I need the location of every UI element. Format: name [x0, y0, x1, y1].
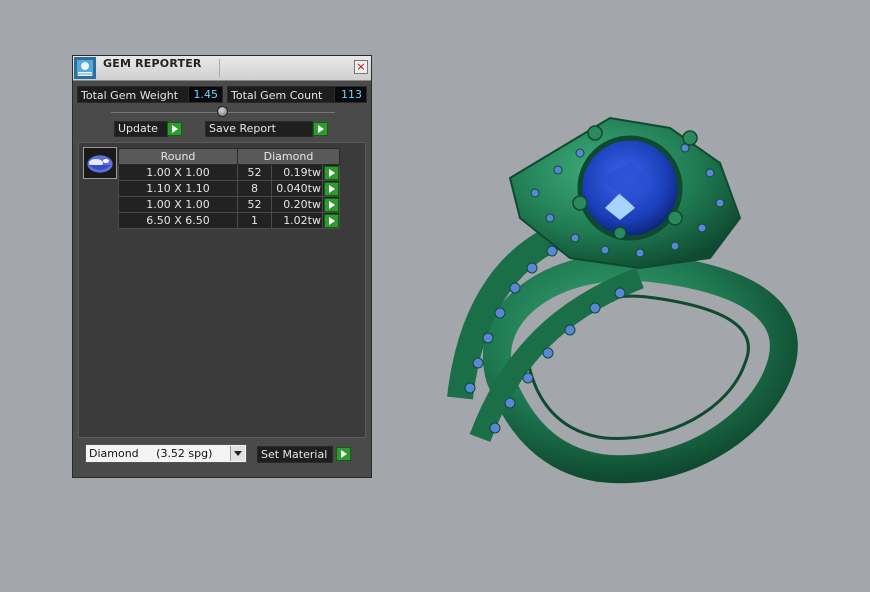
gem-weight: 0.19tw: [271, 164, 323, 181]
header-round: Round: [118, 148, 238, 165]
total-gem-count-label: Total Gem Count: [227, 86, 335, 103]
table-row[interactable]: 1.00 X 1.00 52 0.19tw: [118, 164, 340, 181]
table-row[interactable]: 1.00 X 1.00 52 0.20tw: [118, 196, 340, 213]
total-gem-weight-label: Total Gem Weight: [77, 86, 189, 103]
row-action: [322, 196, 340, 213]
gem-count: 52: [237, 164, 272, 181]
panel-slider-handle[interactable]: [217, 106, 228, 117]
gem-reporter-app-icon: [74, 57, 96, 79]
gem-weight: 0.20tw: [271, 196, 323, 213]
save-report-play-icon[interactable]: [313, 122, 328, 136]
update-play-icon[interactable]: [167, 122, 182, 136]
set-material-play-icon[interactable]: [336, 447, 351, 461]
close-button[interactable]: ×: [354, 60, 368, 74]
chevron-down-icon[interactable]: [230, 446, 245, 461]
set-material-button[interactable]: Set Material: [257, 446, 333, 463]
gem-table-header: Round Diamond: [118, 148, 340, 165]
update-button[interactable]: Update: [114, 121, 168, 137]
row-action: [322, 180, 340, 197]
gem-table: Round Diamond 1.00 X 1.00 52 0.19tw 1.10…: [118, 148, 340, 229]
close-icon: ×: [356, 60, 366, 73]
row-action: [322, 164, 340, 181]
gem-weight: 1.02tw: [271, 212, 323, 229]
ring-3d-viewport[interactable]: [440, 108, 820, 488]
row-action: [322, 212, 340, 229]
save-report-button-label: Save Report: [209, 122, 276, 135]
total-gem-weight-value: 1.45: [188, 86, 223, 103]
gem-reporter-panel: GEM REPORTER × Total Gem Weight 1.45 Tot…: [72, 55, 372, 478]
set-material-button-label: Set Material: [261, 448, 328, 461]
gem-size: 1.00 X 1.00: [118, 164, 238, 181]
total-gem-count-value: 113: [334, 86, 367, 103]
gem-size: 1.10 X 1.10: [118, 180, 238, 197]
header-diamond: Diamond: [237, 148, 340, 165]
row-play-icon[interactable]: [323, 197, 339, 212]
update-button-label: Update: [118, 122, 158, 135]
round-gem-icon: [86, 154, 114, 174]
round-gem-thumbnail[interactable]: [83, 147, 117, 179]
title-divider: [219, 59, 220, 77]
gem-size: 6.50 X 6.50: [118, 212, 238, 229]
window-title: GEM REPORTER: [103, 57, 202, 70]
gem-count: 8: [237, 180, 272, 197]
gem-count: 52: [237, 196, 272, 213]
save-report-button[interactable]: Save Report: [205, 121, 313, 137]
gem-count: 1: [237, 212, 272, 229]
row-play-icon[interactable]: [323, 181, 339, 196]
table-row[interactable]: 1.10 X 1.10 8 0.040tw: [118, 180, 340, 197]
title-bar[interactable]: GEM REPORTER ×: [73, 56, 371, 81]
gem-weight: 0.040tw: [271, 180, 323, 197]
table-row[interactable]: 6.50 X 6.50 1 1.02tw: [118, 212, 340, 229]
row-play-icon[interactable]: [323, 165, 339, 180]
material-select-value: Diamond (3.52 spg): [89, 447, 213, 460]
row-play-icon[interactable]: [323, 213, 339, 228]
gem-size: 1.00 X 1.00: [118, 196, 238, 213]
material-select[interactable]: Diamond (3.52 spg): [85, 444, 247, 463]
